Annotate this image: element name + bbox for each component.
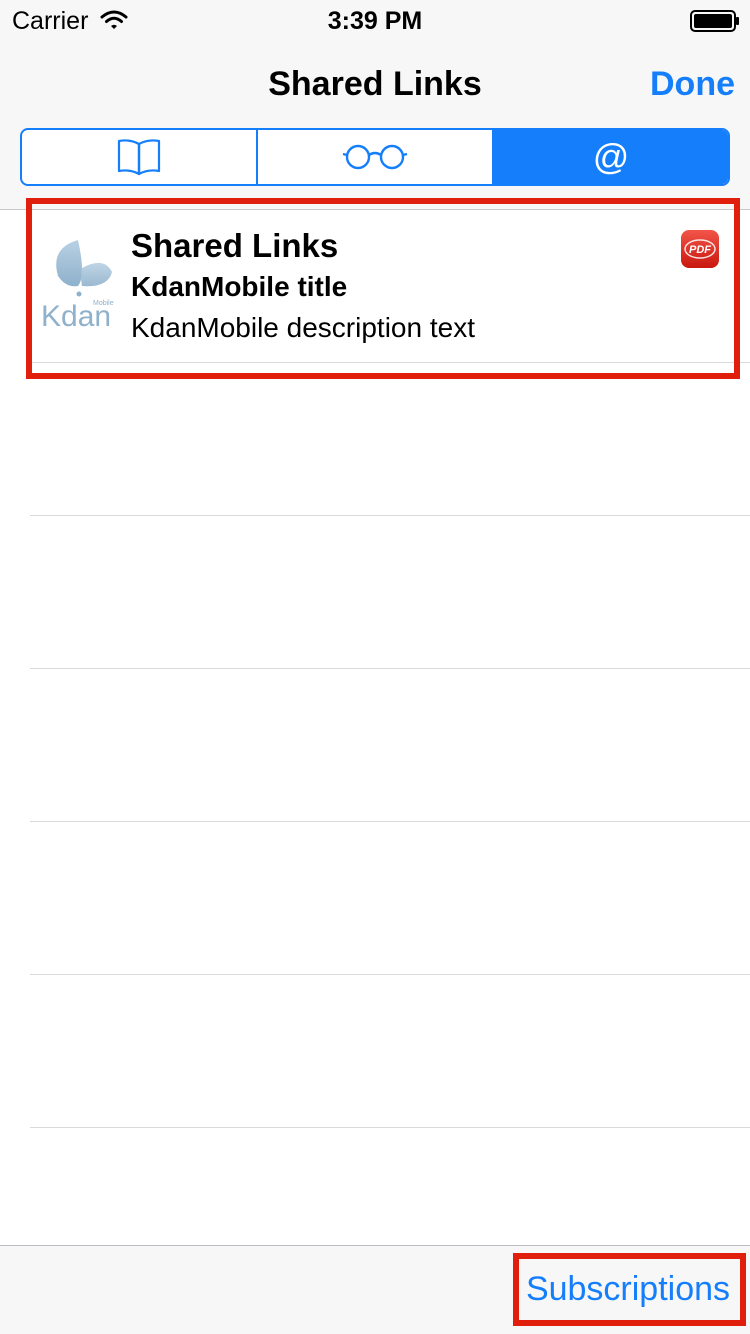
item-subtitle: KdanMobile title (131, 271, 348, 302)
status-time: 3:39 PM (327, 7, 423, 35)
item-description: KdanMobile description text (131, 312, 475, 343)
done-button[interactable]: Done (610, 62, 735, 106)
row-separator (30, 515, 750, 516)
row-separator (30, 1127, 750, 1128)
row-separator (30, 821, 750, 822)
segment-shared-links[interactable]: @ (492, 130, 728, 184)
segmented-control: @ (20, 128, 730, 186)
segment-reading-list[interactable] (256, 130, 492, 184)
segment-bookmarks[interactable] (22, 130, 256, 184)
nav-title: Shared Links (268, 65, 482, 103)
svg-text:Kdan: Kdan (41, 300, 111, 333)
pdf-app-icon: PDF (681, 230, 719, 268)
battery-icon (690, 10, 739, 32)
status-bar: Carrier 3:39 PM (0, 0, 750, 40)
row-separator (30, 974, 750, 975)
at-icon: @ (592, 136, 630, 177)
row-separator (30, 362, 750, 363)
svg-text:PDF: PDF (689, 244, 711, 256)
kdan-logo-thumbnail: Mobile Kdan (41, 240, 114, 333)
glasses-icon (342, 144, 408, 170)
book-icon (117, 139, 161, 176)
item-title: Shared Links (131, 227, 339, 264)
subscriptions-button[interactable]: Subscriptions (520, 1266, 736, 1312)
row-separator (30, 668, 750, 669)
